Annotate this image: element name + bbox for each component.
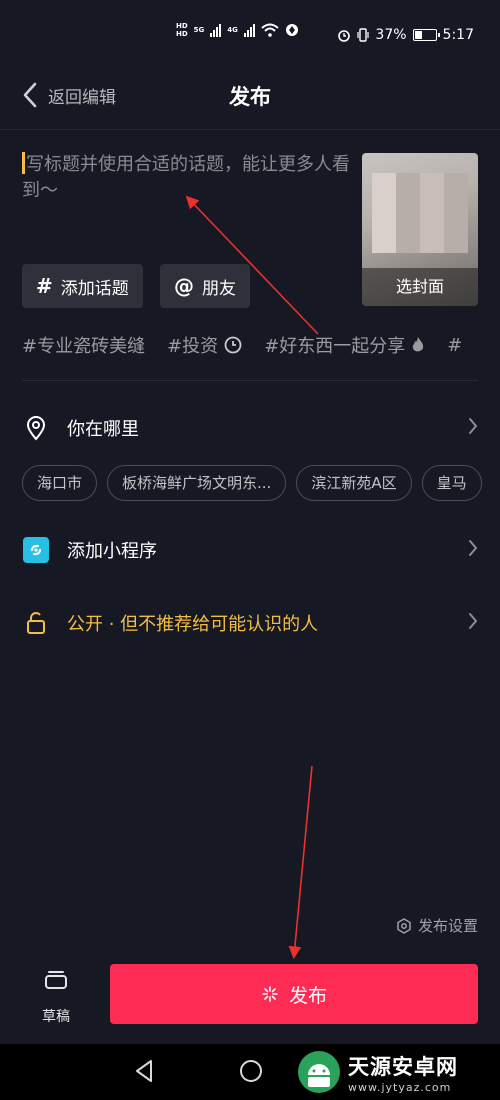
blurred-image xyxy=(372,173,468,253)
privacy-label: 公开 · 但不推荐给可能认识的人 xyxy=(67,614,319,635)
clock-time: 5:17 xyxy=(442,27,474,43)
vpn-icon xyxy=(285,24,298,36)
text-cursor xyxy=(22,152,25,174)
tag-item[interactable]: # xyxy=(447,332,462,358)
signal-icon xyxy=(210,23,222,37)
arrow-to-publish xyxy=(288,765,313,960)
status-bar: HD HD 5G 4G 37% 5:17 xyxy=(0,0,500,76)
bottom-action-bar: 草稿 发布 xyxy=(0,950,500,1044)
at-icon: @ xyxy=(174,274,194,298)
location-label: 你在哪里 xyxy=(67,419,139,440)
tag-item[interactable]: #好东西一起分享 xyxy=(264,332,425,358)
publish-settings-link[interactable]: 发布设置 xyxy=(396,915,478,936)
divider xyxy=(22,380,478,381)
caption-placeholder: 写标题并使用合适的话题，能让更多人看到～ xyxy=(22,154,350,201)
chevron-right-icon xyxy=(468,538,478,563)
hexagon-settings-icon xyxy=(397,917,411,934)
location-chip[interactable]: 海口市 xyxy=(22,465,98,501)
location-chip[interactable]: 板桥海鲜广场文明东... xyxy=(107,465,287,501)
tag-item[interactable]: #投资 xyxy=(167,332,242,358)
battery-icon xyxy=(412,29,440,41)
privacy-row[interactable]: 公开 · 但不推荐给可能认识的人 xyxy=(22,603,478,643)
unlock-icon xyxy=(22,609,50,637)
caption-input[interactable]: 写标题并使用合适的话题，能让更多人看到～ xyxy=(22,152,352,204)
hd-indicator: HD HD xyxy=(176,22,188,38)
alarm-icon xyxy=(338,30,351,42)
vibrate-icon xyxy=(357,28,370,42)
location-row[interactable]: 你在哪里 xyxy=(22,408,478,448)
mini-program-label: 添加小程序 xyxy=(67,541,157,562)
tag-item[interactable]: #专业瓷砖美缝 xyxy=(22,332,145,358)
nav-home-icon[interactable] xyxy=(238,1058,264,1084)
location-suggestions: 海口市 板桥海鲜广场文明东... 滨江新苑A区 皇马 xyxy=(22,465,500,501)
publish-settings-label: 发布设置 xyxy=(417,917,478,935)
location-chip[interactable]: 皇马 xyxy=(421,465,482,501)
watermark-url: www.jytyaz.com xyxy=(348,1080,452,1094)
system-indicators: 37% 5:17 xyxy=(337,27,474,43)
header: 返回编辑 发布 xyxy=(0,76,500,130)
fire-icon xyxy=(413,337,424,352)
page-title: 发布 xyxy=(229,85,271,109)
network-type-2: 4G xyxy=(227,26,238,34)
sparkle-icon xyxy=(262,986,278,1002)
chevron-right-icon xyxy=(468,611,478,636)
suggested-tags: #专业瓷砖美缝 #投资 #好东西一起分享 # xyxy=(22,332,500,358)
mini-program-icon xyxy=(22,536,50,564)
battery-percent: 37% xyxy=(375,27,407,43)
publish-label: 发布 xyxy=(288,984,327,1007)
add-topic-label: 添加话题 xyxy=(60,278,129,299)
nav-back-icon[interactable] xyxy=(132,1058,156,1084)
clock-icon xyxy=(224,336,242,354)
location-pin-icon xyxy=(22,414,50,442)
draft-box-icon xyxy=(45,971,67,989)
mention-friend-button[interactable]: @ 朋友 xyxy=(160,264,250,308)
draft-label: 草稿 xyxy=(42,1009,70,1025)
draft-button[interactable]: 草稿 xyxy=(38,968,74,1026)
watermark: 天源安卓网 www.jytyaz.com xyxy=(292,1044,500,1100)
signal-icon-2 xyxy=(243,23,255,37)
chevron-right-icon xyxy=(468,416,478,441)
hashtag-icon: # xyxy=(36,274,53,298)
cover-thumbnail[interactable]: 选封面 xyxy=(362,153,478,306)
select-cover-label: 选封面 xyxy=(362,268,478,306)
network-type-1: 5G xyxy=(193,26,205,34)
wifi-icon xyxy=(261,23,279,37)
mention-friend-label: 朋友 xyxy=(202,278,236,299)
add-topic-button[interactable]: # 添加话题 xyxy=(22,264,143,308)
network-indicators: HD HD 5G 4G xyxy=(176,22,299,38)
watermark-title: 天源安卓网 xyxy=(348,1054,458,1079)
mini-program-row[interactable]: 添加小程序 xyxy=(22,530,478,570)
android-logo-icon xyxy=(298,1051,340,1093)
location-chip[interactable]: 滨江新苑A区 xyxy=(296,465,412,501)
publish-button[interactable]: 发布 xyxy=(110,964,478,1024)
